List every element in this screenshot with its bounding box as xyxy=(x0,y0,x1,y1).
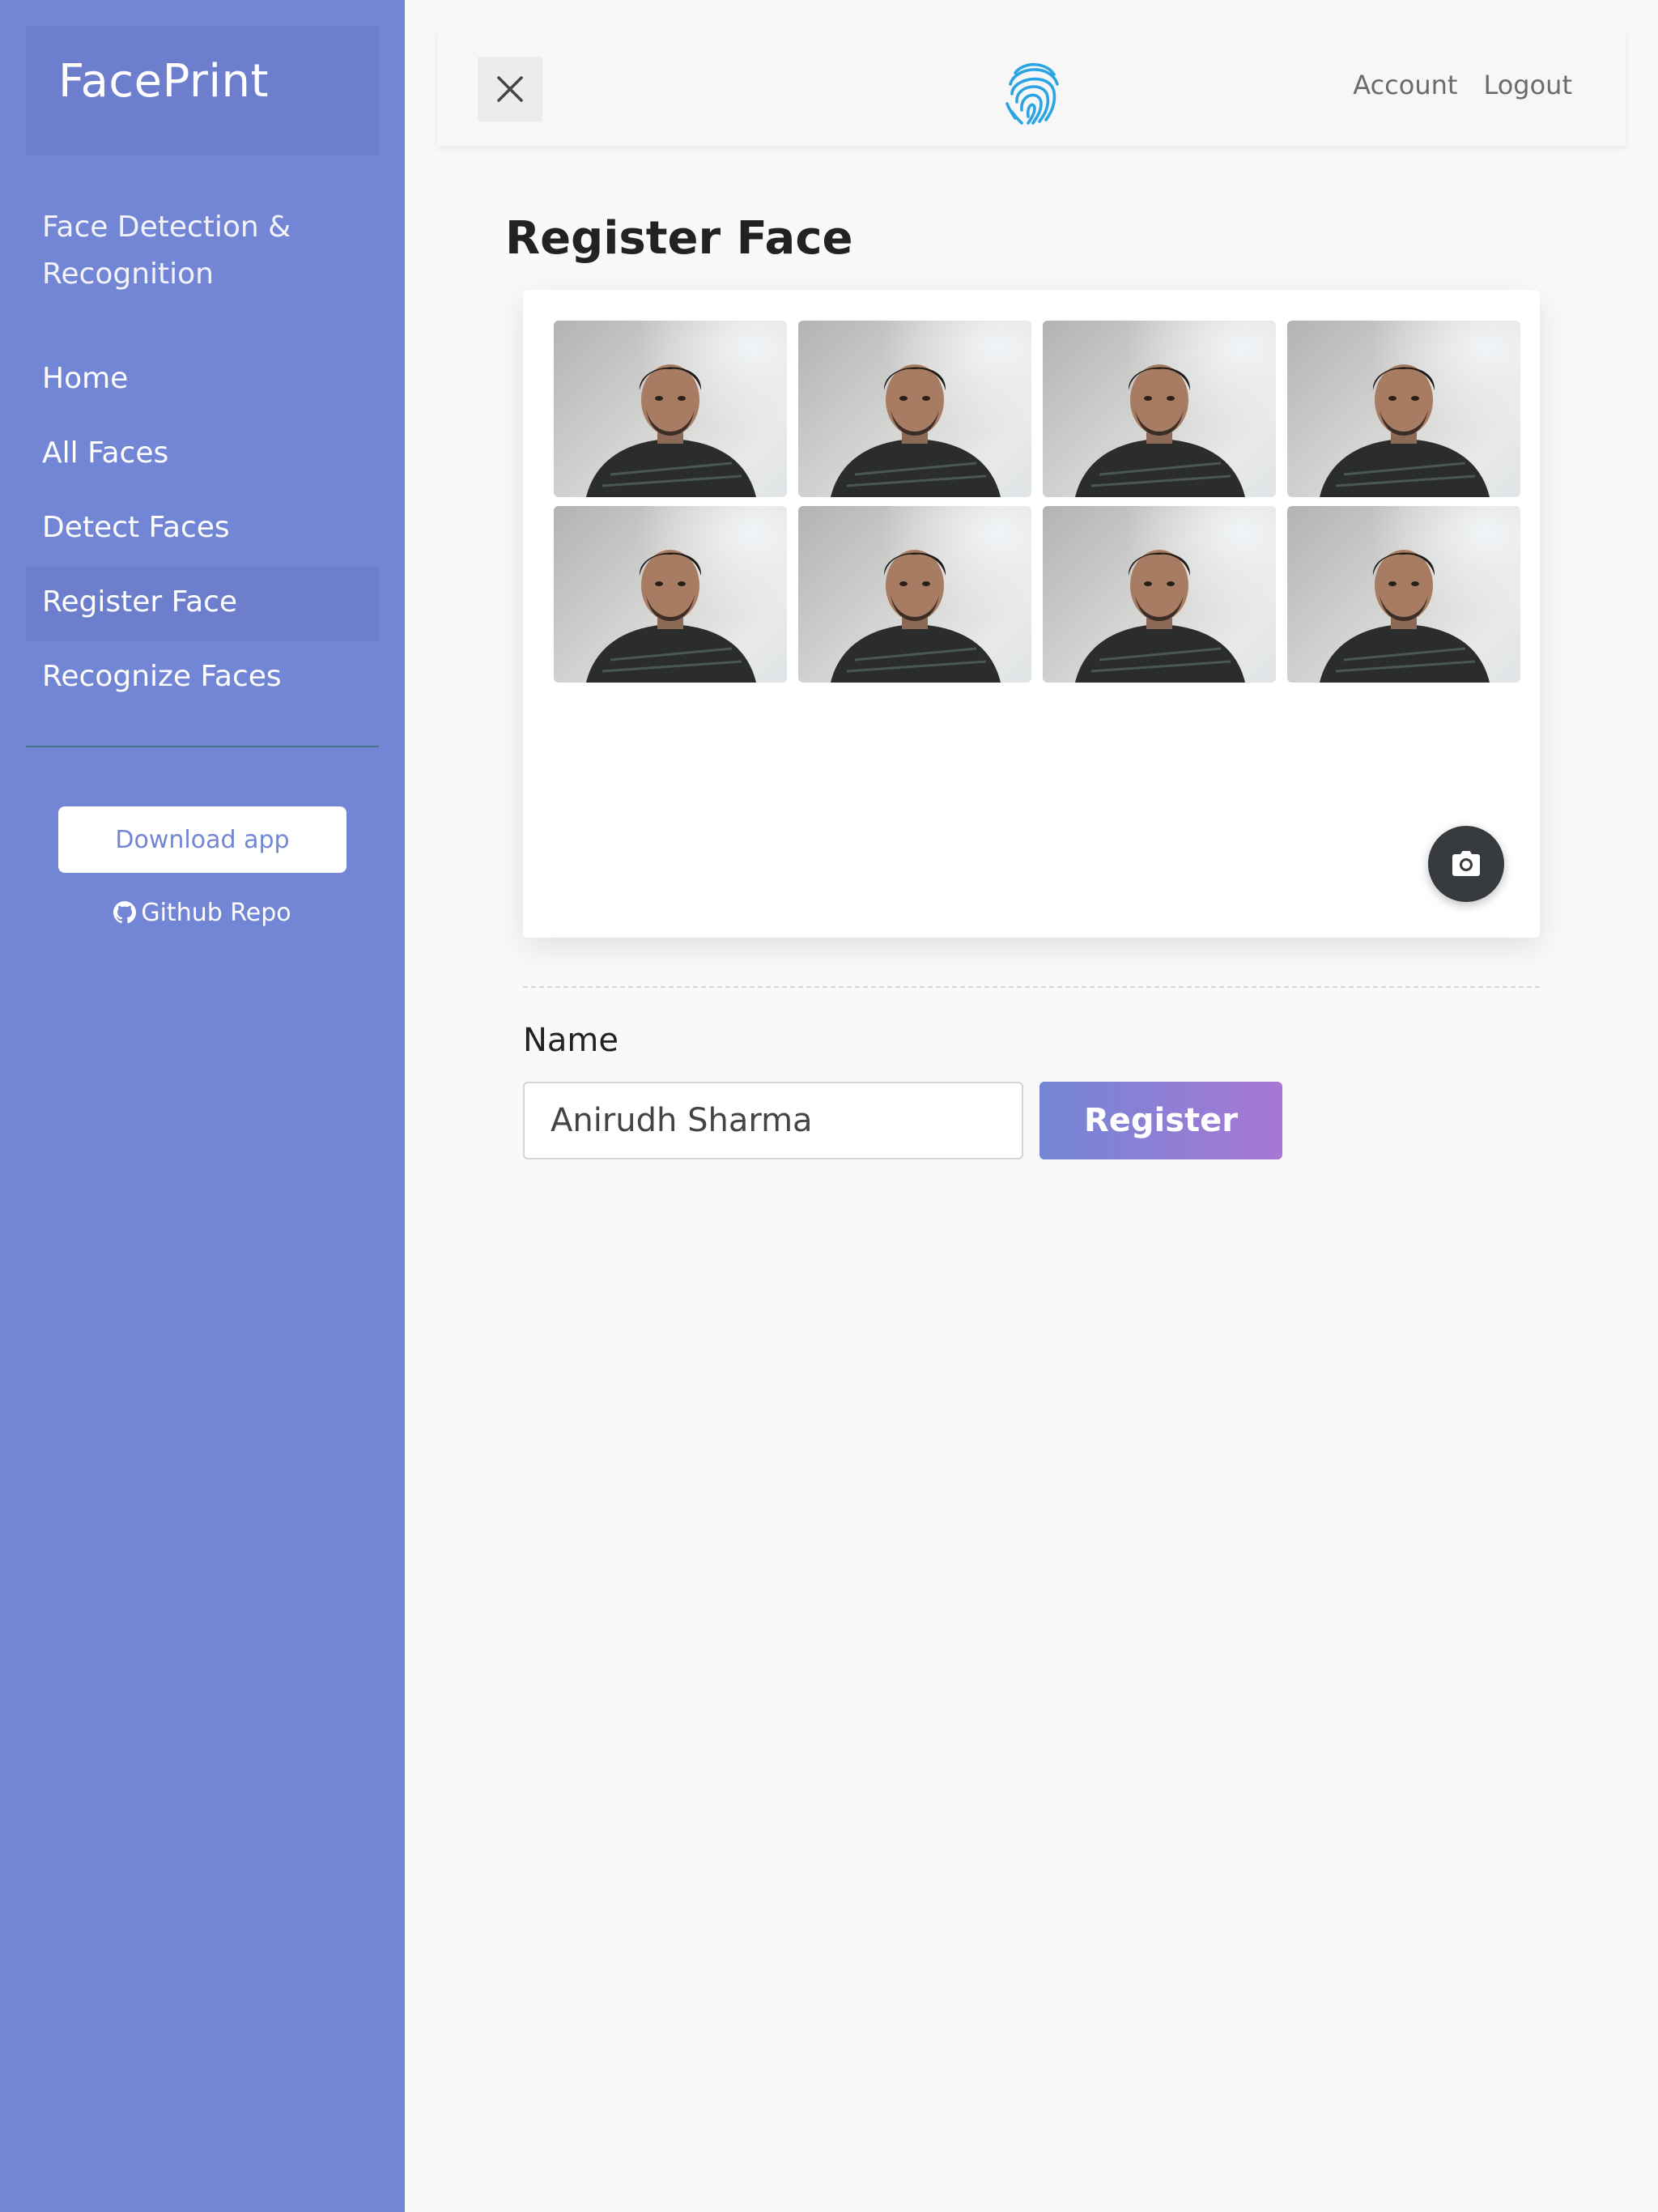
captured-face-thumbnail[interactable] xyxy=(1287,321,1520,497)
face-photo-icon xyxy=(798,506,1031,683)
captured-face-thumbnail[interactable] xyxy=(1043,506,1276,683)
account-link[interactable]: Account xyxy=(1353,70,1457,100)
sidebar-item-register-face[interactable]: Register Face xyxy=(26,567,379,641)
captured-face-thumbnail[interactable] xyxy=(798,506,1031,683)
sidebar-subtitle: Face Detection & Recognition xyxy=(42,211,291,291)
section-divider xyxy=(523,986,1540,988)
name-input[interactable] xyxy=(523,1082,1023,1159)
download-app-button[interactable]: Download app xyxy=(58,806,346,873)
face-photo-icon xyxy=(554,321,787,497)
github-repo-label: Github Repo xyxy=(141,898,291,927)
brand-title: FacePrint xyxy=(58,55,269,108)
face-photo-icon xyxy=(1287,506,1520,683)
captured-faces-grid xyxy=(554,321,1520,683)
sidebar: FacePrint Face Detection & Recognition H… xyxy=(0,0,405,2212)
github-repo-link[interactable]: Github Repo xyxy=(0,892,405,933)
face-photo-icon xyxy=(1287,321,1520,497)
top-links: Account Logout xyxy=(1353,70,1572,100)
sidebar-item-all-faces[interactable]: All Faces xyxy=(26,418,379,492)
captured-face-thumbnail[interactable] xyxy=(1043,321,1276,497)
register-button[interactable]: Register xyxy=(1039,1082,1282,1159)
brand-header: FacePrint xyxy=(26,26,379,155)
app-root: FacePrint Face Detection & Recognition H… xyxy=(0,0,1658,2212)
captured-face-thumbnail[interactable] xyxy=(554,506,787,683)
camera-icon xyxy=(1452,851,1480,876)
name-label: Name xyxy=(523,1022,619,1059)
capture-button[interactable] xyxy=(1428,826,1504,902)
close-icon xyxy=(497,76,523,102)
capture-card xyxy=(523,290,1540,938)
face-photo-icon xyxy=(798,321,1031,497)
sidebar-item-recognize-faces[interactable]: Recognize Faces xyxy=(26,641,379,716)
face-photo-icon xyxy=(1043,321,1276,497)
fingerprint-icon xyxy=(1005,63,1059,125)
captured-face-thumbnail[interactable] xyxy=(554,321,787,497)
sidebar-item-detect-faces[interactable]: Detect Faces xyxy=(26,492,379,567)
captured-face-thumbnail[interactable] xyxy=(798,321,1031,497)
face-photo-icon xyxy=(1043,506,1276,683)
sidebar-toggle-button[interactable] xyxy=(478,57,542,121)
sidebar-item-home[interactable]: Home xyxy=(26,343,379,418)
logout-link[interactable]: Logout xyxy=(1483,70,1572,100)
github-icon xyxy=(113,901,137,924)
face-photo-icon xyxy=(554,506,787,683)
sidebar-divider xyxy=(26,746,379,747)
top-navbar: Account Logout xyxy=(437,29,1626,146)
captured-face-thumbnail[interactable] xyxy=(1287,506,1520,683)
sidebar-nav: Home All Faces Detect Faces Register Fac… xyxy=(26,343,379,716)
page-title: Register Face xyxy=(505,212,853,265)
